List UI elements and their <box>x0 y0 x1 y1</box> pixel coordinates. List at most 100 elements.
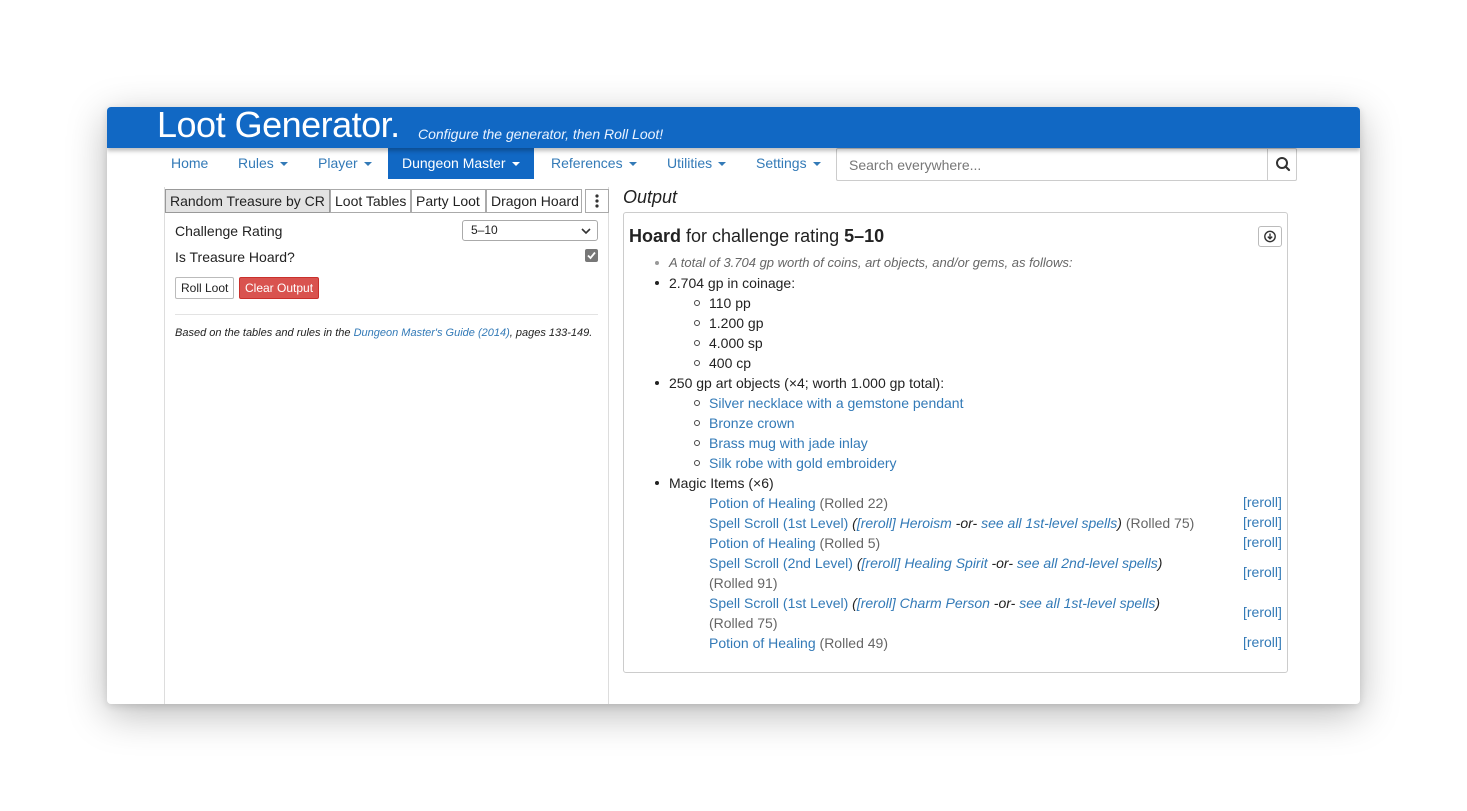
spell-link[interactable]: Healing Spirit <box>904 555 987 571</box>
coin-item: 400 cp <box>709 355 752 371</box>
caret-down-icon <box>812 162 821 167</box>
rolled-value: (Rolled 75) <box>1125 515 1195 531</box>
art-objects-header: 250 gp art objects (×4; worth 1.000 gp t… <box>669 375 945 391</box>
tab-party-loot[interactable]: Party Loot <box>411 189 486 213</box>
bullet <box>694 460 700 466</box>
vertical-ellipsis-icon <box>595 194 599 208</box>
coin-item: 110 pp <box>709 295 751 311</box>
hoard-summary: A total of 3.704 gp worth of coins, art … <box>669 255 1073 270</box>
magic-item-row: Spell Scroll (2nd Level) ([reroll] Heali… <box>709 555 1163 571</box>
nav-settings[interactable]: Settings <box>742 148 835 179</box>
output-heading: Output <box>623 187 678 207</box>
output-panel: Hoard for challenge rating 5–10 A total … <box>623 212 1288 673</box>
chevron-down-icon <box>581 228 591 235</box>
bullet <box>694 360 700 366</box>
magic-item-row: Spell Scroll (1st Level) ([reroll] Heroi… <box>709 515 1195 531</box>
magic-items-header: Magic Items (×6) <box>669 475 774 491</box>
magic-item-link[interactable]: Potion of Healing <box>709 495 816 511</box>
bullet <box>694 320 700 326</box>
more-tabs-button[interactable] <box>585 189 609 213</box>
bullet <box>694 300 700 306</box>
magic-item-link[interactable]: Spell Scroll (2nd Level) <box>709 555 853 571</box>
reroll-link[interactable]: [reroll] <box>1243 494 1282 510</box>
coin-item: 1.200 gp <box>709 315 764 331</box>
bullet <box>694 400 700 406</box>
app-window: Loot Generator. Configure the generator,… <box>107 107 1360 704</box>
magic-item-link[interactable]: Potion of Healing <box>709 535 816 551</box>
magic-item-row: Potion of Healing (Rolled 5) <box>709 534 880 552</box>
rolled-value: (Rolled 75) <box>709 615 778 631</box>
nav-utilities[interactable]: Utilities <box>653 148 740 179</box>
nav-player[interactable]: Player <box>304 148 386 179</box>
challenge-rating-select[interactable]: 5–10 <box>462 220 598 241</box>
tab-dragon-hoard[interactable]: Dragon Hoard <box>486 189 582 213</box>
bullet <box>694 420 700 426</box>
caret-down-icon <box>511 162 520 167</box>
challenge-rating-label: Challenge Rating <box>175 223 283 239</box>
generator-panel: Random Treasure by CR Loot Tables Party … <box>164 187 609 704</box>
magic-item-row: Spell Scroll (1st Level) ([reroll] Charm… <box>709 595 1161 611</box>
nav-dungeon-master[interactable]: Dungeon Master <box>388 148 534 179</box>
download-circle-icon <box>1264 230 1276 243</box>
treasure-hoard-label: Is Treasure Hoard? <box>175 249 295 265</box>
header-bar: Loot Generator. Configure the generator,… <box>107 107 1360 148</box>
reroll-link[interactable]: [reroll] <box>1243 534 1282 550</box>
caret-down-icon <box>628 162 637 167</box>
app-title: Loot Generator. <box>157 107 400 145</box>
art-object-link[interactable]: Bronze crown <box>709 414 795 432</box>
bullet <box>694 340 700 346</box>
checkmark-icon <box>587 251 596 260</box>
tab-loot-tables[interactable]: Loot Tables <box>330 189 411 213</box>
bullet <box>694 440 700 446</box>
treasure-hoard-checkbox[interactable] <box>585 249 598 262</box>
reroll-link[interactable]: [reroll] <box>1243 604 1282 620</box>
roll-loot-button[interactable]: Roll Loot <box>175 277 235 299</box>
see-all-spells-link[interactable]: see all 1st-level spells <box>981 515 1117 531</box>
bullet <box>655 481 659 485</box>
reroll-link[interactable]: [reroll] <box>1243 564 1282 580</box>
download-button[interactable] <box>1258 226 1282 247</box>
bullet <box>655 261 659 265</box>
nav-home[interactable]: Home <box>157 148 222 179</box>
bullet <box>655 381 659 385</box>
see-all-spells-link[interactable]: see all 1st-level spells <box>1019 595 1155 611</box>
magic-item-link[interactable]: Spell Scroll (1st Level) <box>709 515 848 531</box>
divider <box>175 314 598 315</box>
source-note: Based on the tables and rules in the Dun… <box>175 327 593 339</box>
magic-item-row: Potion of Healing (Rolled 49) <box>709 634 888 652</box>
clear-output-button[interactable]: Clear Output <box>239 277 320 299</box>
search-input[interactable] <box>836 148 1268 181</box>
art-object-link[interactable]: Silver necklace with a gemstone pendant <box>709 394 963 412</box>
art-object-link[interactable]: Brass mug with jade inlay <box>709 434 868 452</box>
search-button[interactable] <box>1267 148 1297 181</box>
rolled-value: (Rolled 91) <box>709 575 778 591</box>
app-subtitle: Configure the generator, then Roll Loot! <box>418 126 664 142</box>
spell-reroll-link[interactable]: [reroll] <box>857 515 896 531</box>
bullet <box>655 281 659 285</box>
challenge-rating-value: 5–10 <box>471 223 498 237</box>
magic-item-link[interactable]: Spell Scroll (1st Level) <box>709 595 848 611</box>
reroll-link[interactable]: [reroll] <box>1243 634 1282 650</box>
coin-item: 4.000 sp <box>709 335 763 351</box>
rolled-value: (Rolled 49) <box>819 635 889 651</box>
see-all-spells-link[interactable]: see all 2nd-level spells <box>1017 555 1158 571</box>
art-object-link[interactable]: Silk robe with gold embroidery <box>709 454 897 472</box>
coinage-header: 2.704 gp in coinage: <box>669 275 796 291</box>
rolled-value: (Rolled 22) <box>819 495 889 511</box>
main-nav: Home Rules Player Dungeon Master Referen… <box>157 148 1297 181</box>
caret-down-icon <box>279 162 288 167</box>
dmg-link[interactable]: Dungeon Master's Guide (2014) <box>354 327 510 339</box>
spell-link[interactable]: Charm Person <box>900 595 990 611</box>
spell-link[interactable]: Heroism <box>900 515 952 531</box>
nav-references[interactable]: References <box>537 148 651 179</box>
magic-item-row: Potion of Healing (Rolled 22) <box>709 494 888 512</box>
caret-down-icon <box>718 162 727 167</box>
caret-down-icon <box>363 162 372 167</box>
reroll-link[interactable]: [reroll] <box>1243 514 1282 530</box>
spell-reroll-link[interactable]: [reroll] <box>862 555 901 571</box>
nav-rules[interactable]: Rules <box>224 148 302 179</box>
hoard-title: Hoard for challenge rating 5–10 <box>629 226 885 246</box>
tab-random-treasure-by-cr[interactable]: Random Treasure by CR <box>165 189 330 213</box>
magic-item-link[interactable]: Potion of Healing <box>709 635 816 651</box>
spell-reroll-link[interactable]: [reroll] <box>857 595 896 611</box>
